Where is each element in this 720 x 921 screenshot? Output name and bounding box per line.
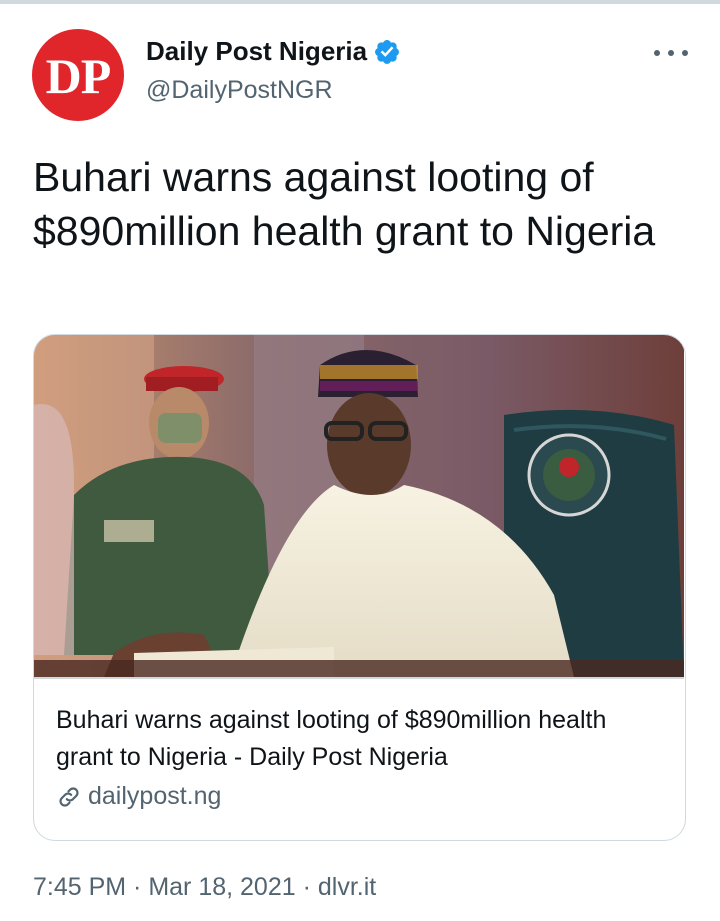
link-card[interactable]: Buhari warns against looting of $890mill… <box>33 334 686 841</box>
display-name-row: Daily Post Nigeria <box>146 36 401 67</box>
tweet-metadata: 7:45 PM · Mar 18, 2021 · dlvr.it <box>33 873 376 902</box>
user-handle[interactable]: @DailyPostNGR <box>146 76 333 105</box>
card-photo <box>34 335 684 677</box>
tweet-source[interactable]: dlvr.it <box>318 873 376 901</box>
meta-separator: · <box>126 873 149 901</box>
card-domain-row[interactable]: dailypost.ng <box>56 782 221 811</box>
display-name[interactable]: Daily Post Nigeria <box>146 36 367 67</box>
meta-separator: · <box>295 873 318 901</box>
card-image[interactable] <box>34 335 684 677</box>
verified-badge-icon <box>375 39 400 64</box>
tweet-time[interactable]: 7:45 PM <box>33 873 126 901</box>
top-divider <box>0 0 720 4</box>
card-title[interactable]: Buhari warns against looting of $890mill… <box>56 702 656 776</box>
more-options-icon[interactable] <box>654 38 688 68</box>
card-domain: dailypost.ng <box>88 782 222 810</box>
tweet-text: Buhari warns against looting of $890mill… <box>33 154 656 254</box>
tweet-date[interactable]: Mar 18, 2021 <box>148 873 295 901</box>
card-divider <box>34 677 684 679</box>
avatar-logo-text: DP <box>45 48 112 104</box>
link-icon <box>59 786 79 807</box>
avatar[interactable]: DP <box>32 29 124 121</box>
